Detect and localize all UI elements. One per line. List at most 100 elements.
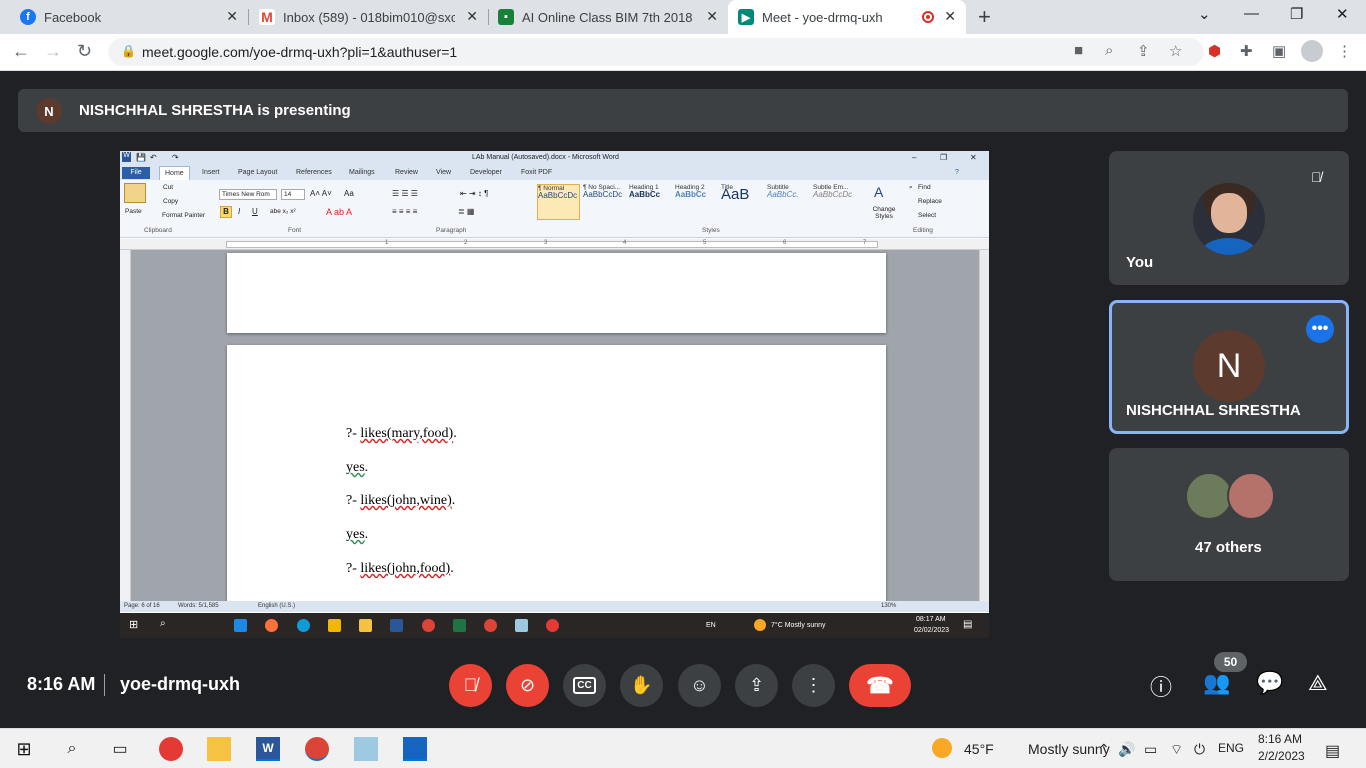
language-indicator[interactable]: ENG	[1218, 741, 1244, 755]
people-icon[interactable]: 👥	[1203, 670, 1230, 696]
participant-tile-others[interactable]: 47 others	[1109, 448, 1349, 581]
meet-control-bar: 8:16 AM yoe-drmq-uxh 🎙̸ ⊘ CC ✋ ☺ ⇪ ⋮ ☎ ⓘ…	[0, 650, 1366, 720]
participant-name: NISHCHHAL SHRESTHA	[1126, 402, 1301, 419]
save-icon: 💾	[136, 153, 146, 162]
redo-icon: ↷	[172, 153, 179, 162]
change-styles-label: Change Styles	[872, 206, 896, 220]
reactions-button[interactable]: ☺	[678, 664, 721, 707]
participant-tile-you[interactable]: 🎙̸ You	[1109, 151, 1349, 285]
excel-icon	[453, 619, 466, 632]
shading-icon: ≣ ▦	[458, 207, 475, 216]
chrome-icon[interactable]	[305, 737, 329, 761]
style-title: AaB Title	[721, 184, 750, 203]
chat-icon[interactable]: 💬	[1256, 670, 1283, 696]
zoom-icon[interactable]: ⌕	[1105, 42, 1113, 59]
new-tab-icon[interactable]: +	[978, 4, 991, 30]
browser-tab-strip: f Facebook ✕ M Inbox (589) - 018bim010@s…	[0, 0, 1366, 34]
activities-icon[interactable]: ⟁	[1308, 670, 1328, 696]
volume-icon[interactable]: 🔊	[1118, 741, 1135, 758]
search-icon[interactable]: ⌕	[60, 737, 84, 761]
tray-chevron-icon[interactable]: ⌃	[1098, 741, 1110, 758]
gmail-icon: M	[259, 9, 275, 25]
back-icon[interactable]: ←	[12, 41, 30, 62]
chevron-down-icon[interactable]: ⌄	[1198, 5, 1211, 23]
mic-toggle-button[interactable]: 🎙̸	[449, 664, 492, 707]
profile-avatar[interactable]	[1301, 40, 1323, 62]
meet-icon: ▶	[738, 9, 754, 25]
task-view-icon[interactable]: ▭	[108, 737, 132, 761]
bullets-icon: ☰ ☰ ☰	[392, 189, 418, 198]
more-vert-icon: ⋮	[804, 675, 823, 695]
word-icon[interactable]: W	[256, 737, 280, 761]
font-color-icon: A ab A	[326, 207, 353, 217]
forward-icon[interactable]: →	[44, 41, 62, 62]
url-text: meet.google.com/yoe-drmq-uxh?pli=1&authu…	[142, 44, 458, 60]
ad-block-icon[interactable]: ⬢	[1208, 42, 1221, 60]
weather-icon[interactable]	[932, 738, 952, 758]
close-tab-icon[interactable]: ✕	[226, 8, 238, 25]
font-name-box: Times New Rom	[219, 189, 277, 200]
battery-icon[interactable]: ▭	[1144, 741, 1157, 758]
document-line: ?- likes(john,wine).	[346, 493, 456, 508]
tab-classroom[interactable]: ▪ AI Online Class BIM 7th 2018 Batch ✕	[488, 0, 728, 34]
select-label: Select	[918, 212, 937, 219]
notification-icon[interactable]: ▤	[1325, 741, 1340, 761]
windows-start-icon[interactable]: ⊞	[12, 737, 36, 761]
lock-icon[interactable]: 🔒	[121, 44, 136, 58]
participant-tile-presenter[interactable]: N ••• NISHCHHAL SHRESTHA	[1109, 300, 1349, 434]
windows-start-icon: ⊞	[129, 619, 139, 631]
close-tab-icon[interactable]: ✕	[466, 8, 478, 25]
more-options-button[interactable]: ⋮	[792, 664, 835, 707]
wifi-icon[interactable]: ⌔	[1170, 741, 1183, 759]
captions-icon: CC	[573, 677, 596, 694]
style-heading-1: AaBbCc Heading 1	[629, 184, 661, 199]
word-icon	[390, 619, 403, 632]
find-label: Find	[918, 184, 931, 191]
document-line: ?- likes(mary,food).	[346, 426, 457, 441]
leave-call-button[interactable]: ☎	[849, 664, 911, 707]
device-icon[interactable]: ⏻	[1194, 741, 1205, 758]
document-line: ?- likes(john,food).	[346, 561, 454, 576]
avatar	[1227, 472, 1275, 520]
ribbon-tab: Review	[395, 169, 418, 176]
file-explorer-icon[interactable]	[207, 737, 231, 761]
extensions-icon[interactable]: ✚	[1240, 42, 1253, 60]
close-tab-icon[interactable]: ✕	[706, 8, 718, 25]
close-tab-icon[interactable]: ✕	[944, 8, 956, 25]
paste-label: Paste	[125, 208, 142, 215]
app-icon[interactable]	[159, 737, 183, 761]
chrome-icon	[484, 619, 497, 632]
clock-time[interactable]: 8:16 AM	[1258, 732, 1302, 746]
camera-toggle-button[interactable]: ⊘	[506, 664, 549, 707]
raise-hand-button[interactable]: ✋	[620, 664, 663, 707]
url-field[interactable]: 🔒 meet.google.com/yoe-drmq-uxh?pli=1&aut…	[108, 38, 1204, 66]
document-line: yes.	[346, 460, 369, 475]
menu-icon[interactable]: ⋮	[1337, 42, 1352, 60]
info-icon[interactable]: ⓘ	[1150, 670, 1172, 702]
more-options-icon[interactable]: •••	[1306, 315, 1334, 343]
reload-icon[interactable]: ↻	[77, 41, 92, 62]
document-page: ?- likes(mary,food). yes. ?- likes(john,…	[227, 345, 886, 605]
style-subtle-emphasis: AaBbCcDc Subtle Em...	[813, 184, 853, 199]
camera-icon[interactable]: ■	[1074, 42, 1083, 59]
bookmark-star-icon[interactable]: ☆	[1169, 42, 1182, 60]
word-status-bar: Page: 6 of 16 Words: 5/1,585 English (U.…	[120, 601, 989, 612]
app-icon[interactable]	[354, 737, 378, 761]
word-icon: W	[122, 152, 131, 162]
tab-facebook[interactable]: f Facebook ✕	[0, 0, 248, 34]
minimize-icon[interactable]: —	[1244, 5, 1259, 22]
tab-meet[interactable]: ▶ Meet - yoe-drmq-uxh ✕	[728, 0, 966, 34]
side-panel-icon[interactable]: ▣	[1272, 42, 1286, 60]
notification-icon: ▤	[963, 619, 973, 630]
present-button[interactable]: ⇪	[735, 664, 778, 707]
close-window-icon[interactable]: ✕	[1336, 5, 1349, 23]
clock-date[interactable]: 2/2/2023	[1258, 749, 1305, 763]
share-icon[interactable]: ⇪	[1137, 42, 1150, 60]
horizontal-ruler: 1 2 3 4 5 6 7	[120, 239, 989, 250]
tab-gmail[interactable]: M Inbox (589) - 018bim010@sxc.edu.np ✕	[248, 0, 488, 34]
restore-icon[interactable]: ❐	[1290, 5, 1303, 23]
photos-icon[interactable]	[403, 737, 427, 761]
captions-button[interactable]: CC	[563, 664, 606, 707]
document-page	[227, 253, 886, 333]
ribbon-tab: Developer	[470, 169, 502, 176]
